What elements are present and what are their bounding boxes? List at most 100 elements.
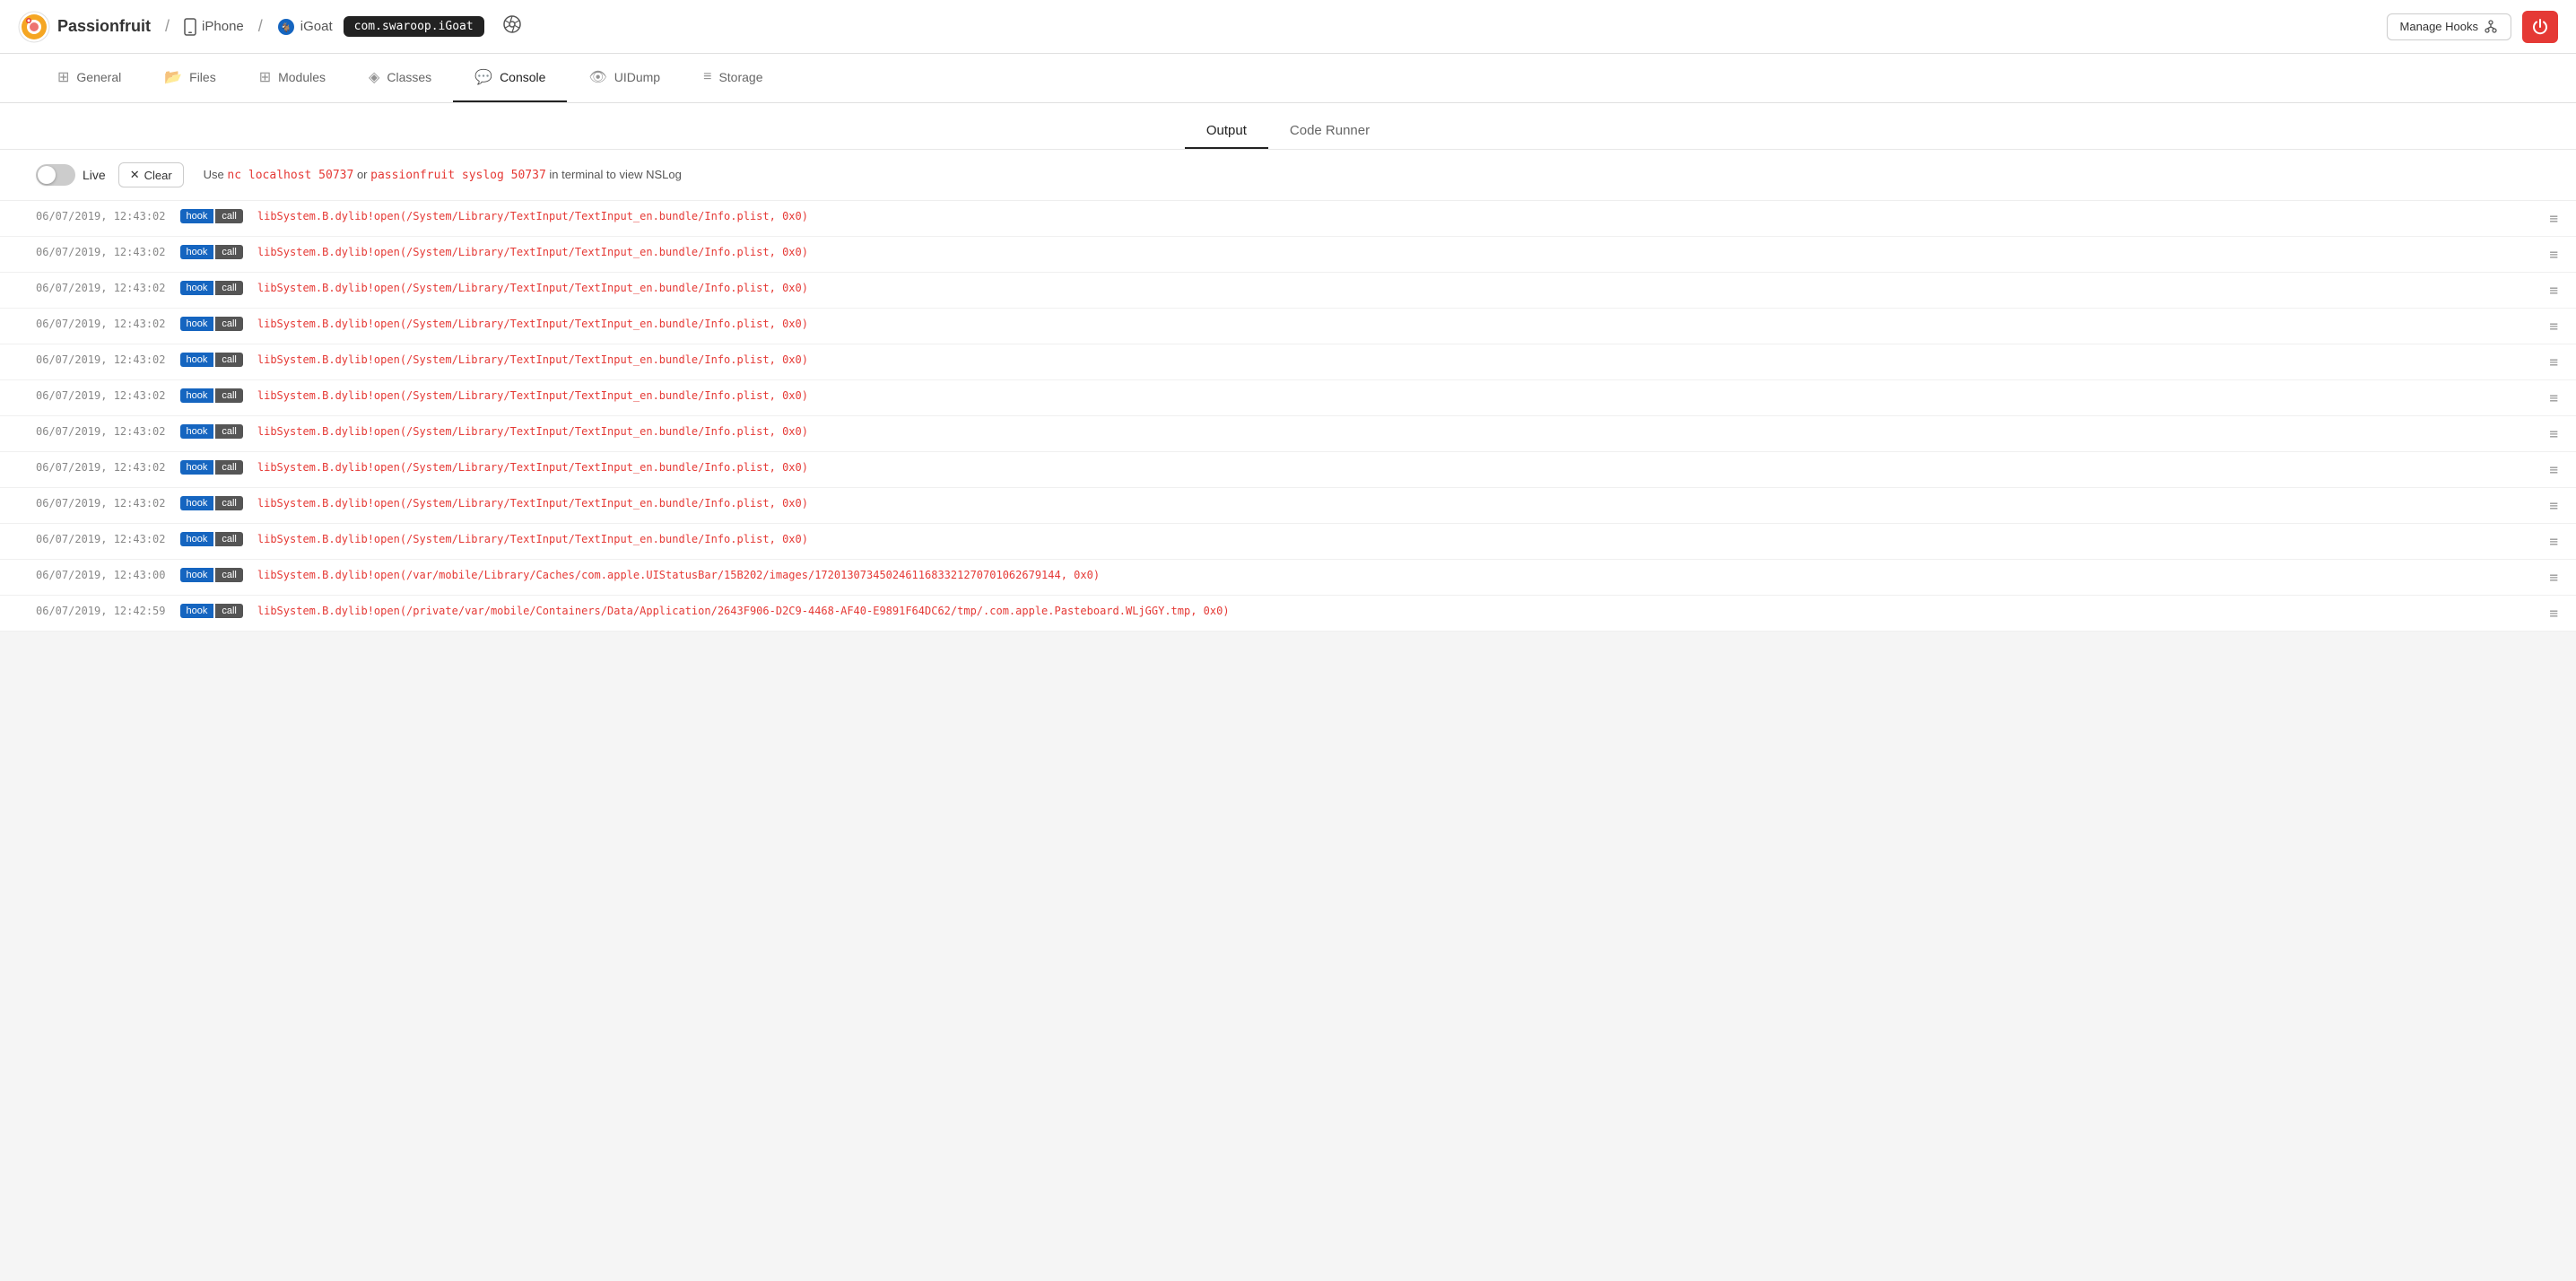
badge-hook[interactable]: hook: [180, 532, 214, 546]
log-menu-icon[interactable]: ≡: [2549, 531, 2558, 550]
log-menu-icon[interactable]: ≡: [2549, 567, 2558, 586]
log-timestamp: 06/07/2019, 12:43:02: [36, 352, 166, 366]
log-row: 06/07/2019, 12:43:02 hook call libSystem…: [0, 201, 2576, 237]
badge-call[interactable]: call: [215, 532, 243, 546]
log-menu-icon[interactable]: ≡: [2549, 352, 2558, 370]
passionfruit-logo-icon: [18, 11, 50, 43]
tab-uidump[interactable]: 👁 UIDump: [567, 54, 682, 102]
general-icon: ⊞: [57, 68, 69, 86]
tab-general[interactable]: ⊞ General: [36, 54, 143, 102]
info-text-2: or: [357, 168, 368, 181]
log-row: 06/07/2019, 12:43:02 hook call libSystem…: [0, 452, 2576, 488]
badge-call[interactable]: call: [215, 209, 243, 223]
log-menu-icon[interactable]: ≡: [2549, 244, 2558, 263]
log-menu-icon[interactable]: ≡: [2549, 316, 2558, 335]
badge-hook[interactable]: hook: [180, 245, 214, 259]
live-toggle[interactable]: [36, 164, 75, 186]
sub-tab-code-runner[interactable]: Code Runner: [1268, 114, 1391, 149]
log-badges: hook call: [180, 567, 243, 582]
settings-icon-button[interactable]: [495, 11, 529, 42]
badge-call[interactable]: call: [215, 245, 243, 259]
tab-storage[interactable]: ≡ Storage: [682, 54, 784, 102]
app-name: Passionfruit: [57, 17, 151, 36]
log-badges: hook call: [180, 352, 243, 367]
log-message: libSystem.B.dylib!open(/System/Library/T…: [257, 459, 2535, 475]
sub-tab-output[interactable]: Output: [1185, 114, 1268, 149]
iphone-icon: [184, 18, 196, 36]
tab-files[interactable]: 📂 Files: [143, 54, 237, 102]
badge-hook[interactable]: hook: [180, 568, 214, 582]
log-row: 06/07/2019, 12:43:02 hook call libSystem…: [0, 416, 2576, 452]
badge-hook[interactable]: hook: [180, 281, 214, 295]
badge-call[interactable]: call: [215, 317, 243, 331]
clear-x-icon: ✕: [130, 168, 140, 182]
badge-hook[interactable]: hook: [180, 604, 214, 618]
toolbar-info: Use nc localhost 50737 or passionfruit s…: [204, 168, 682, 182]
log-timestamp: 06/07/2019, 12:43:02: [36, 316, 166, 330]
power-button[interactable]: [2522, 11, 2558, 43]
log-menu-icon[interactable]: ≡: [2549, 603, 2558, 622]
log-timestamp: 06/07/2019, 12:43:02: [36, 280, 166, 294]
clear-label: Clear: [144, 169, 172, 182]
badge-call[interactable]: call: [215, 388, 243, 403]
badge-call[interactable]: call: [215, 460, 243, 475]
log-row: 06/07/2019, 12:43:02 hook call libSystem…: [0, 237, 2576, 273]
tab-general-label: General: [76, 70, 121, 84]
badge-hook[interactable]: hook: [180, 353, 214, 367]
tab-modules-label: Modules: [278, 70, 326, 84]
modules-icon: ⊞: [259, 68, 271, 86]
tab-console-label: Console: [500, 70, 545, 84]
badge-call[interactable]: call: [215, 353, 243, 367]
badge-hook[interactable]: hook: [180, 496, 214, 510]
igoat-icon: 🐐: [277, 18, 295, 36]
badge-call[interactable]: call: [215, 424, 243, 439]
device-label: iPhone: [202, 19, 244, 34]
log-row: 06/07/2019, 12:43:02 hook call libSystem…: [0, 488, 2576, 524]
log-badges: hook call: [180, 208, 243, 223]
badge-hook[interactable]: hook: [180, 424, 214, 439]
tab-modules[interactable]: ⊞ Modules: [238, 54, 347, 102]
log-message: libSystem.B.dylib!open(/System/Library/T…: [257, 280, 2535, 296]
log-badges: hook call: [180, 495, 243, 510]
breadcrumb-sep-2: /: [258, 17, 263, 36]
log-row: 06/07/2019, 12:43:02 hook call libSystem…: [0, 273, 2576, 309]
badge-call[interactable]: call: [215, 281, 243, 295]
log-row: 06/07/2019, 12:43:02 hook call libSystem…: [0, 524, 2576, 560]
badge-call[interactable]: call: [215, 568, 243, 582]
classes-icon: ◈: [369, 68, 379, 86]
breadcrumb-app[interactable]: 🐐 iGoat: [277, 18, 333, 36]
log-menu-icon[interactable]: ≡: [2549, 459, 2558, 478]
svg-text:🐐: 🐐: [281, 22, 292, 33]
log-message: libSystem.B.dylib!open(/var/mobile/Libra…: [257, 567, 2535, 583]
breadcrumb-device[interactable]: iPhone: [184, 18, 244, 36]
log-menu-icon[interactable]: ≡: [2549, 280, 2558, 299]
log-message: libSystem.B.dylib!open(/System/Library/T…: [257, 352, 2535, 368]
log-badges: hook call: [180, 316, 243, 331]
log-timestamp: 06/07/2019, 12:43:02: [36, 459, 166, 474]
log-menu-icon[interactable]: ≡: [2549, 423, 2558, 442]
log-row: 06/07/2019, 12:43:02 hook call libSystem…: [0, 344, 2576, 380]
badge-hook[interactable]: hook: [180, 317, 214, 331]
log-message: libSystem.B.dylib!open(/System/Library/T…: [257, 531, 2535, 547]
log-badges: hook call: [180, 459, 243, 475]
badge-call[interactable]: call: [215, 604, 243, 618]
tab-console[interactable]: 💬 Console: [453, 54, 567, 102]
manage-hooks-button[interactable]: Manage Hooks: [2387, 13, 2511, 40]
clear-button[interactable]: ✕ Clear: [118, 162, 184, 187]
badge-hook[interactable]: hook: [180, 388, 214, 403]
files-icon: 📂: [164, 68, 182, 86]
log-menu-icon[interactable]: ≡: [2549, 388, 2558, 406]
tab-classes[interactable]: ◈ Classes: [347, 54, 453, 102]
log-row: 06/07/2019, 12:42:59 hook call libSystem…: [0, 596, 2576, 632]
passionfruit-command: passionfruit syslog 50737: [370, 169, 546, 182]
log-menu-icon[interactable]: ≡: [2549, 208, 2558, 227]
badge-hook[interactable]: hook: [180, 209, 214, 223]
badge-call[interactable]: call: [215, 496, 243, 510]
badge-hook[interactable]: hook: [180, 460, 214, 475]
app-label: iGoat: [300, 19, 333, 34]
tab-classes-label: Classes: [387, 70, 431, 84]
nc-command: nc localhost 50737: [227, 169, 353, 182]
live-toggle-wrap: Live: [36, 164, 106, 186]
log-message: libSystem.B.dylib!open(/System/Library/T…: [257, 316, 2535, 332]
log-menu-icon[interactable]: ≡: [2549, 495, 2558, 514]
